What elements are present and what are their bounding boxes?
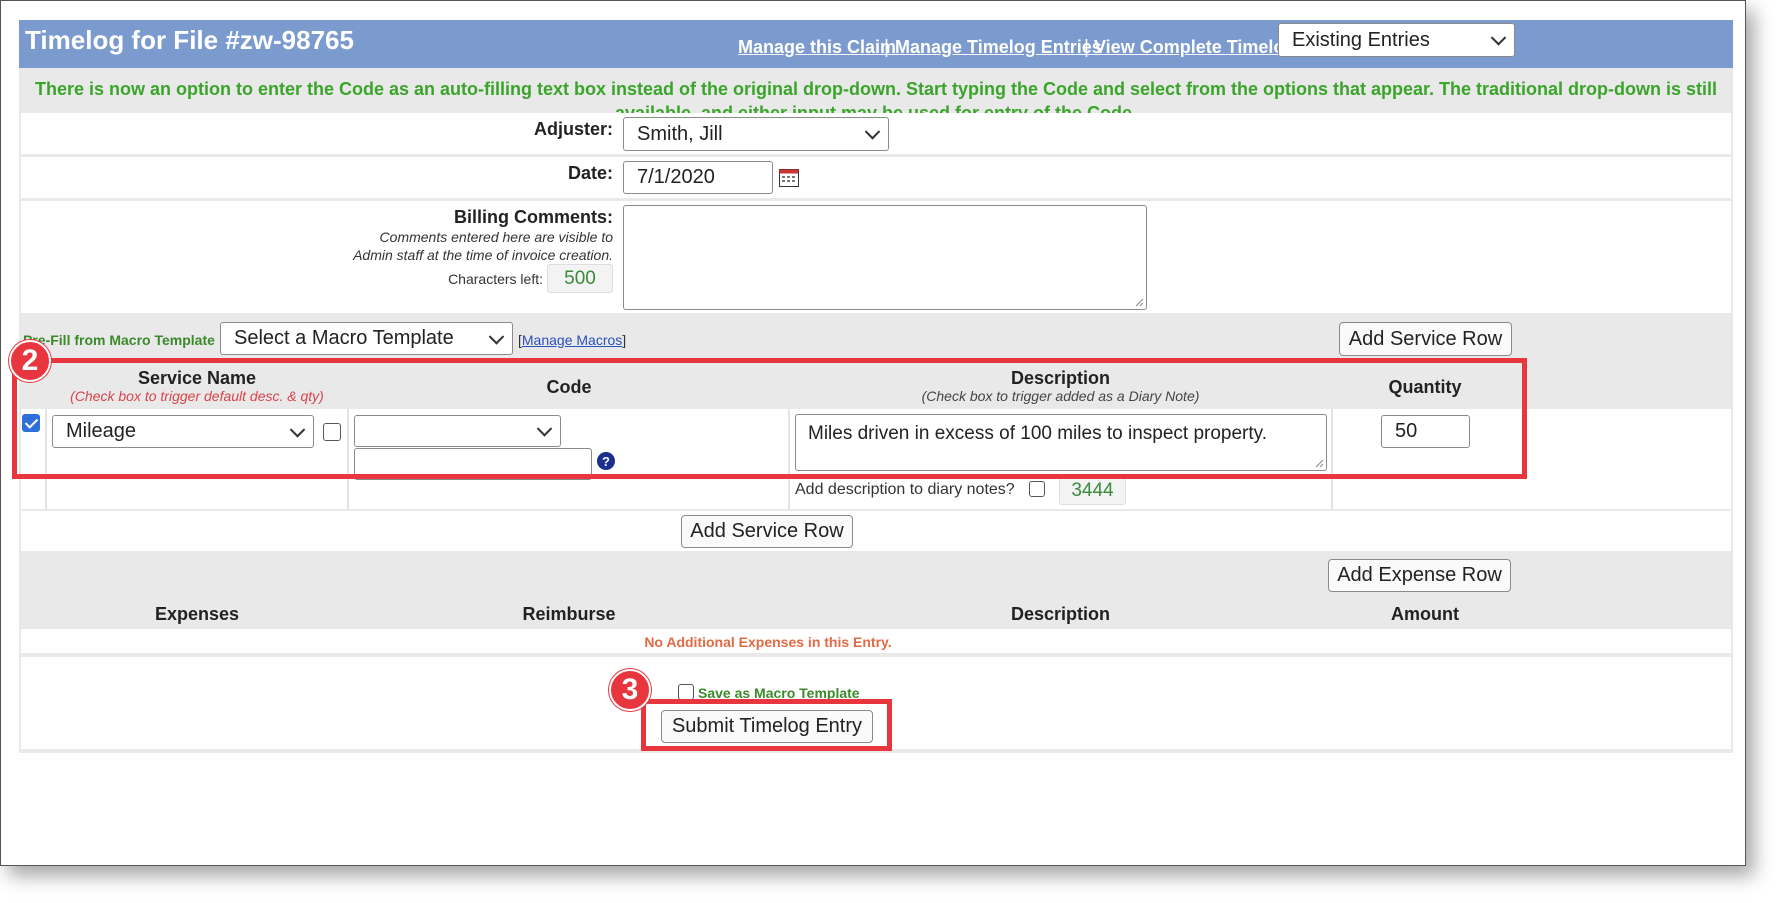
add-expense-row-button[interactable]: Add Expense Row xyxy=(1328,559,1511,592)
macro-template-value: Select a Macro Template xyxy=(234,327,454,349)
date-input[interactable]: 7/1/2020 xyxy=(623,161,773,194)
step-3-badge: 3 xyxy=(609,669,651,711)
expense-description-header: Description xyxy=(1010,604,1111,624)
manage-macros-link[interactable]: Manage Macros xyxy=(522,332,622,348)
date-value: 7/1/2020 xyxy=(637,166,715,188)
no-expenses-message: No Additional Expenses in this Entry. xyxy=(644,634,892,650)
adjuster-label: Adjuster: xyxy=(533,119,613,139)
billing-note-2: Admin staff at the time of invoice creat… xyxy=(353,247,613,263)
manage-claim-link[interactable]: Manage this Claim xyxy=(738,37,896,58)
link-separator: | xyxy=(884,37,889,58)
date-label: Date: xyxy=(567,163,613,183)
billing-label: Billing Comments: xyxy=(453,207,613,227)
resize-handle-icon[interactable] xyxy=(1134,297,1144,307)
adjuster-value: Smith, Jill xyxy=(637,122,723,145)
adjuster-select[interactable]: Smith, Jill xyxy=(623,117,889,151)
macro-template-select[interactable]: Select a Macro Template xyxy=(220,322,513,355)
amount-header: Amount xyxy=(1391,604,1459,624)
existing-entries-select[interactable]: Existing Entries xyxy=(1278,23,1515,57)
submit-highlight xyxy=(641,699,892,751)
manage-macros: [Manage Macros] xyxy=(518,332,627,348)
chars-left-label: Characters left: xyxy=(448,271,543,287)
link-separator: | xyxy=(1084,37,1089,58)
page-title: Timelog for File #zw-98765 xyxy=(25,25,354,55)
chevron-down-icon xyxy=(1490,30,1507,46)
billing-comments-textarea[interactable] xyxy=(623,205,1147,310)
chevron-down-icon xyxy=(488,328,505,345)
calendar-icon[interactable] xyxy=(779,168,799,187)
date-row xyxy=(21,157,1731,198)
macro-label: Pre-Fill from Macro Template xyxy=(23,332,215,348)
reimburse-header: Reimburse xyxy=(522,604,616,624)
add-service-row-button[interactable]: Add Service Row xyxy=(681,515,853,548)
diary-notes-label: Add description to diary notes? xyxy=(795,481,1015,498)
diary-notes-checkbox[interactable] xyxy=(1029,481,1045,497)
chevron-down-icon xyxy=(864,124,881,140)
view-complete-timelog-link[interactable]: View Complete Timelog xyxy=(1094,37,1295,58)
add-service-area xyxy=(21,511,1731,551)
service-row-highlight xyxy=(12,358,1527,479)
step-2-badge: 2 xyxy=(9,340,51,382)
description-chars-left: 3444 xyxy=(1059,476,1126,505)
expenses-header: Expenses xyxy=(154,604,240,624)
save-macro-checkbox[interactable] xyxy=(678,684,694,700)
manage-timelog-entries-link[interactable]: Manage Timelog Entries xyxy=(895,37,1102,58)
billing-note-1: Comments entered here are visible to xyxy=(379,229,613,245)
add-service-row-top-button[interactable]: Add Service Row xyxy=(1339,322,1512,356)
existing-entries-value: Existing Entries xyxy=(1292,28,1430,51)
chars-left-count: 500 xyxy=(547,264,613,293)
